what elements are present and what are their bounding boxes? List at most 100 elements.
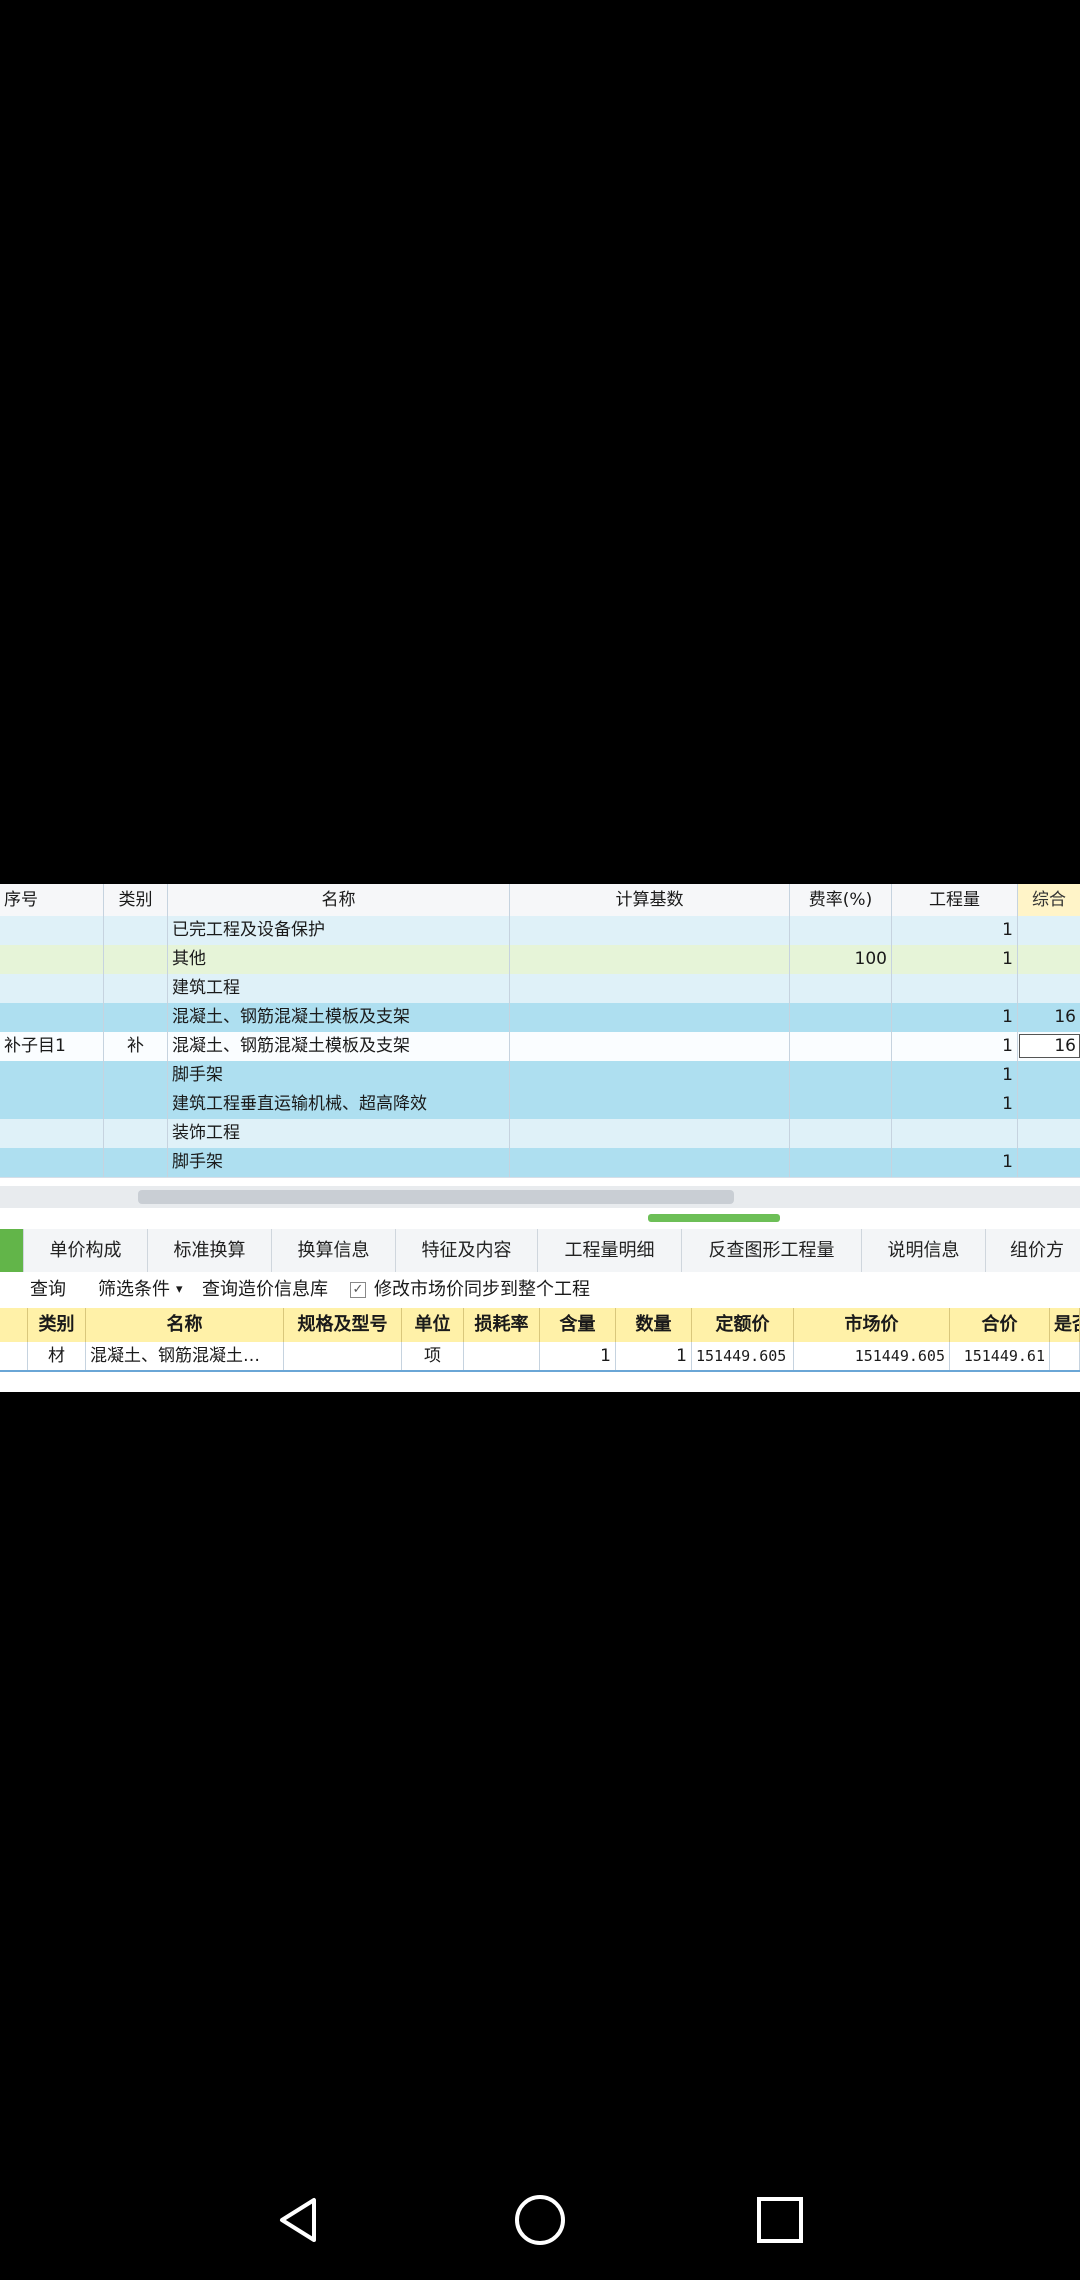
table-row[interactable]: 材 混凝土、钢筋混凝土… 项 1 1 151449.605 151449.605… [0, 1342, 1080, 1372]
sync-market-price-checkbox[interactable]: ✓ [350, 1282, 366, 1298]
cell-category[interactable] [104, 974, 168, 1003]
cell-composite[interactable]: 16 [1018, 1032, 1080, 1061]
cell-seq[interactable] [0, 916, 104, 945]
cell-category[interactable] [104, 1090, 168, 1119]
cell-quantity[interactable]: 1 [892, 1061, 1018, 1090]
cell-quantity[interactable]: 1 [892, 1032, 1018, 1061]
query-price-library-button[interactable]: 查询造价信息库 [202, 1272, 328, 1308]
header-category[interactable]: 类别 [28, 1308, 86, 1342]
cell-category[interactable] [104, 1148, 168, 1177]
cell-name[interactable]: 装饰工程 [168, 1119, 510, 1148]
header-market-price[interactable]: 市场价 [794, 1308, 950, 1342]
cell-seq[interactable] [0, 974, 104, 1003]
header-unit[interactable]: 单位 [402, 1308, 464, 1342]
header-content[interactable]: 含量 [540, 1308, 616, 1342]
cell-composite[interactable] [1018, 916, 1080, 945]
table-row[interactable]: 混凝土、钢筋混凝土模板及支架 1 16 [0, 1003, 1080, 1033]
cell-calc-base[interactable] [510, 1003, 790, 1032]
cell-name[interactable]: 脚手架 [168, 1061, 510, 1090]
cell-rate[interactable] [790, 916, 892, 945]
table-row[interactable]: 建筑工程垂直运输机械、超高降效 1 [0, 1090, 1080, 1120]
cell-category[interactable] [104, 1119, 168, 1148]
cell-rate[interactable] [790, 974, 892, 1003]
header-spec[interactable]: 规格及型号 [284, 1308, 402, 1342]
tab-standard-conversion[interactable]: 标准换算 [148, 1229, 272, 1272]
cell-index[interactable] [0, 1342, 28, 1370]
tab-conversion-info[interactable]: 换算信息 [272, 1229, 396, 1272]
cell-category[interactable] [104, 945, 168, 974]
table-row[interactable]: 其他 100 1 [0, 945, 1080, 975]
table-row[interactable]: 已完工程及设备保护 1 [0, 916, 1080, 946]
cell-quantity[interactable] [892, 1119, 1018, 1148]
chevron-down-icon[interactable]: ▾ [176, 1272, 183, 1308]
header-rate[interactable]: 费率(%) [790, 884, 892, 916]
cell-category[interactable]: 材 [28, 1342, 86, 1370]
cell-quantity[interactable]: 1 [892, 945, 1018, 974]
cell-category[interactable] [104, 1061, 168, 1090]
header-calc-base[interactable]: 计算基数 [510, 884, 790, 916]
cell-quantity[interactable]: 1 [892, 1003, 1018, 1032]
header-loss-rate[interactable]: 损耗率 [464, 1308, 540, 1342]
cell-quantity[interactable]: 1 [892, 1148, 1018, 1177]
cell-calc-base[interactable] [510, 916, 790, 945]
table-row[interactable]: 装饰工程 [0, 1119, 1080, 1149]
cell-loss-rate[interactable] [464, 1342, 540, 1370]
cell-name[interactable]: 建筑工程垂直运输机械、超高降效 [168, 1090, 510, 1119]
cell-quantity[interactable]: 1 [892, 916, 1018, 945]
cell-composite[interactable] [1018, 1061, 1080, 1090]
back-icon[interactable] [270, 2190, 330, 2250]
cell-category[interactable] [104, 1003, 168, 1032]
cell-composite[interactable] [1018, 974, 1080, 1003]
header-total[interactable]: 合价 [950, 1308, 1050, 1342]
cell-calc-base[interactable] [510, 1061, 790, 1090]
header-seq[interactable]: 序号 [0, 884, 104, 916]
cell-quota-price[interactable]: 151449.605 [692, 1342, 794, 1370]
cell-total[interactable]: 151449.61 [950, 1342, 1050, 1370]
header-name[interactable]: 名称 [86, 1308, 284, 1342]
cell-name[interactable]: 脚手架 [168, 1148, 510, 1177]
tab-pricing-scheme[interactable]: 组价方案 [986, 1229, 1080, 1304]
cell-unit[interactable]: 项 [402, 1342, 464, 1370]
cell-calc-base[interactable] [510, 1119, 790, 1148]
cell-amount[interactable]: 1 [616, 1342, 692, 1370]
cell-seq[interactable] [0, 945, 104, 974]
tab-description[interactable]: 说明信息 [862, 1229, 986, 1272]
cell-seq[interactable] [0, 1148, 104, 1177]
cell-flag[interactable] [1050, 1342, 1080, 1370]
cell-rate[interactable]: 100 [790, 945, 892, 974]
cell-rate[interactable] [790, 1061, 892, 1090]
header-name[interactable]: 名称 [168, 884, 510, 916]
cell-composite[interactable] [1018, 1119, 1080, 1148]
cell-calc-base[interactable] [510, 945, 790, 974]
scrollbar-thumb[interactable] [138, 1190, 734, 1204]
query-button[interactable]: 查询 [30, 1272, 66, 1308]
cell-calc-base[interactable] [510, 1148, 790, 1177]
table-row[interactable]: 脚手架 1 [0, 1061, 1080, 1091]
cell-seq[interactable] [0, 1061, 104, 1090]
cell-content[interactable]: 1 [540, 1342, 616, 1370]
cell-name[interactable]: 混凝土、钢筋混凝土模板及支架 [168, 1003, 510, 1032]
cell-rate[interactable] [790, 1090, 892, 1119]
header-amount[interactable]: 数量 [616, 1308, 692, 1342]
cell-spec[interactable] [284, 1342, 402, 1370]
cell-composite[interactable] [1018, 1148, 1080, 1177]
cell-name[interactable]: 已完工程及设备保护 [168, 916, 510, 945]
cell-seq[interactable] [0, 1090, 104, 1119]
cell-category[interactable]: 补 [104, 1032, 168, 1061]
tab-graphic-quantity[interactable]: 反查图形工程量 [682, 1229, 862, 1272]
cell-composite[interactable] [1018, 945, 1080, 974]
header-composite[interactable]: 综合 [1018, 884, 1080, 916]
cell-name[interactable]: 建筑工程 [168, 974, 510, 1003]
cell-name[interactable]: 其他 [168, 945, 510, 974]
cell-seq[interactable]: 补子目1 [0, 1032, 104, 1061]
home-icon[interactable] [510, 2190, 570, 2250]
cell-rate[interactable] [790, 1032, 892, 1061]
cell-composite[interactable]: 16 [1018, 1003, 1080, 1032]
cell-name[interactable]: 混凝土、钢筋混凝土模板及支架 [168, 1032, 510, 1061]
header-col[interactable] [0, 1308, 28, 1342]
tab-quantity-detail[interactable]: 工程量明细 [538, 1229, 682, 1272]
tab-features[interactable]: 特征及内容 [396, 1229, 538, 1272]
recents-icon[interactable] [750, 2190, 810, 2250]
cell-composite[interactable] [1018, 1090, 1080, 1119]
cell-rate[interactable] [790, 1148, 892, 1177]
